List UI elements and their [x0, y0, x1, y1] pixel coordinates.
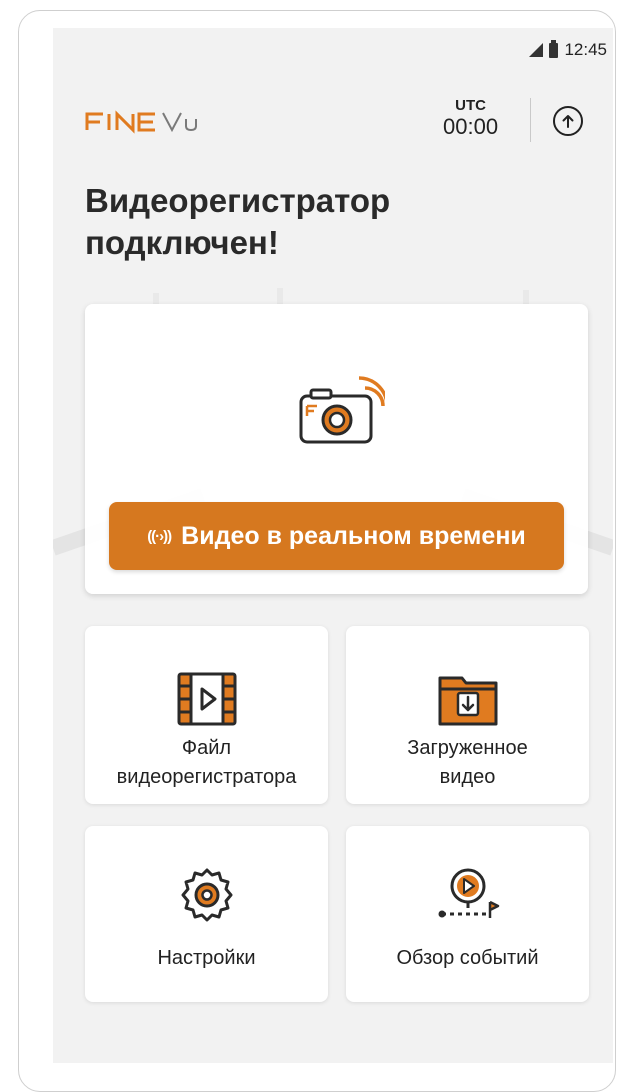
- utc-clock: UTC 00:00: [443, 98, 498, 140]
- app-screen: 12:45 UTC 00:00 Видеорегистратор подключ…: [53, 28, 613, 1063]
- event-review-label: Обзор событий: [396, 947, 539, 969]
- dashcam-files-label: Файл видеорегистратора: [116, 737, 297, 788]
- event-route-icon: [438, 868, 499, 918]
- utc-label: UTC: [455, 97, 486, 114]
- finevu-logo-mark: [85, 110, 197, 134]
- upload-button[interactable]: [553, 106, 583, 136]
- arrow-up-circle-icon: [562, 115, 574, 128]
- live-video-button[interactable]: ((·›)) Видео в реальном времени: [109, 502, 564, 570]
- film-play-icon: [177, 672, 236, 726]
- event-review-tile[interactable]: Обзор событий: [346, 826, 589, 1002]
- battery-icon: [549, 39, 559, 58]
- broadcast-icon: ((·›)): [147, 527, 172, 545]
- downloaded-video-tile[interactable]: Загруженное видео: [346, 626, 589, 804]
- downloaded-video-label: Загруженное видео: [407, 737, 528, 788]
- status-time: 12:45: [564, 40, 607, 59]
- page-title: Видеорегистратор подключен!: [85, 182, 391, 261]
- folder-download-icon: [438, 676, 497, 726]
- signal-icon: [529, 43, 544, 57]
- settings-label: Настройки: [157, 947, 256, 969]
- status-bar: 12:45: [529, 39, 607, 60]
- finevu-logo: [85, 108, 235, 134]
- settings-tile[interactable]: Настройки: [85, 826, 328, 1002]
- live-video-label: Видео в реальном времени: [181, 521, 526, 550]
- live-view-card: ((·›)) Видео в реальном времени: [85, 304, 588, 594]
- gear-icon: [181, 868, 232, 922]
- header-divider: [530, 98, 531, 142]
- utc-time: 00:00: [443, 114, 499, 139]
- dashcam-wifi-icon: [299, 376, 385, 444]
- dashcam-files-tile[interactable]: Файл видеорегистратора: [85, 626, 328, 804]
